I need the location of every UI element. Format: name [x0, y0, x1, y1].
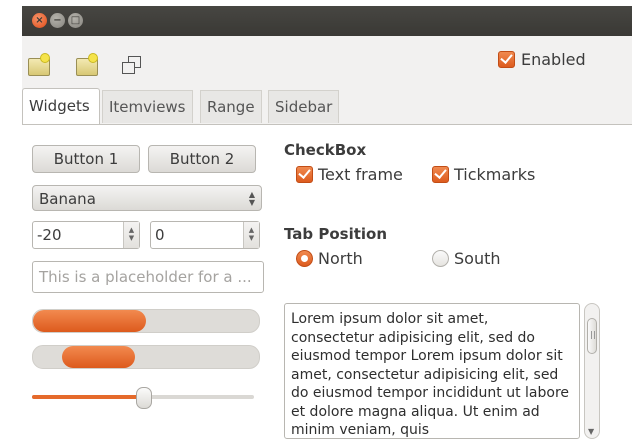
tab-bar: Widgets Itemviews Range Sidebar — [22, 88, 632, 125]
spin2-value: 0 — [155, 226, 165, 244]
tab-range[interactable]: Range — [200, 90, 262, 123]
checkbox-checked-icon — [432, 166, 449, 183]
maximize-window-button[interactable]: □ — [68, 13, 83, 28]
entry-placeholder: This is a placeholder for a ... — [39, 268, 252, 286]
button-2[interactable]: Button 2 — [148, 145, 256, 173]
combo-value: Banana — [39, 190, 96, 208]
spin1-stepper-icon[interactable]: ▲ ▼ — [123, 222, 139, 248]
tab-position-title: Tab Position — [284, 225, 388, 243]
radio-selected-icon — [296, 250, 313, 267]
progress-fill-2 — [62, 346, 135, 368]
maximize-icon: □ — [70, 15, 81, 26]
app-window: × − □ Enabled Widgets Itemviews Range Si… — [22, 6, 632, 446]
spin2-stepper-icon[interactable]: ▲ ▼ — [243, 222, 259, 248]
checkbox-checked-icon — [498, 51, 515, 68]
titlebar: × − □ — [22, 6, 632, 36]
button-1[interactable]: Button 1 — [32, 145, 140, 173]
slider-handle[interactable] — [136, 387, 152, 409]
progress-bar-1 — [32, 309, 260, 333]
tab-sidebar[interactable]: Sidebar — [268, 90, 340, 123]
scroll-down-icon[interactable]: ▼ — [588, 427, 594, 436]
open-folder-icon[interactable] — [28, 53, 50, 76]
spin1-value: -20 — [37, 226, 62, 244]
north-radio[interactable]: North — [296, 249, 363, 268]
text-view-content: Lorem ipsum dolor sit amet, consectetur … — [291, 311, 570, 438]
enabled-checkbox[interactable]: Enabled — [498, 50, 586, 69]
checkbox-checked-icon — [296, 166, 313, 183]
combo-arrows-icon: ▲ ▼ — [248, 190, 255, 207]
close-icon: × — [35, 15, 44, 26]
minimize-icon: − — [53, 15, 62, 26]
checkbox-section-title: CheckBox — [284, 141, 367, 159]
widgets-panel: Button 1 Button 2 Banana ▲ ▼ -20 ▲ ▼ 0 ▲ ▼ … — [22, 124, 632, 446]
minimize-window-button[interactable]: − — [50, 13, 65, 28]
north-label: North — [318, 249, 363, 268]
south-label: South — [454, 249, 501, 268]
fruit-combo[interactable]: Banana ▲ ▼ — [32, 185, 262, 211]
enabled-label: Enabled — [521, 50, 586, 69]
slider-fill — [32, 395, 143, 399]
spin-button-1[interactable]: -20 ▲ ▼ — [32, 221, 140, 249]
placeholder-entry[interactable]: This is a placeholder for a ... — [32, 261, 264, 293]
text-frame-checkbox[interactable]: Text frame — [296, 165, 403, 184]
tab-itemviews[interactable]: Itemviews — [102, 90, 193, 123]
tab-widgets[interactable]: Widgets — [22, 88, 100, 125]
text-view-scrollbar[interactable]: ▼ — [584, 303, 600, 439]
text-view[interactable]: Lorem ipsum dolor sit amet, consectetur … — [284, 303, 580, 439]
tickmarks-label: Tickmarks — [454, 165, 536, 184]
spin-button-2[interactable]: 0 ▲ ▼ — [150, 221, 260, 249]
radio-unselected-icon — [432, 250, 449, 267]
progress-fill-1 — [33, 310, 146, 332]
progress-bar-2 — [32, 345, 260, 369]
restore-window-icon[interactable] — [120, 54, 142, 74]
new-folder-icon[interactable] — [76, 53, 98, 76]
south-radio[interactable]: South — [432, 249, 501, 268]
scrollbar-thumb[interactable] — [587, 318, 597, 354]
close-window-button[interactable]: × — [32, 13, 47, 28]
text-frame-label: Text frame — [318, 165, 403, 184]
tickmarks-checkbox[interactable]: Tickmarks — [432, 165, 535, 184]
